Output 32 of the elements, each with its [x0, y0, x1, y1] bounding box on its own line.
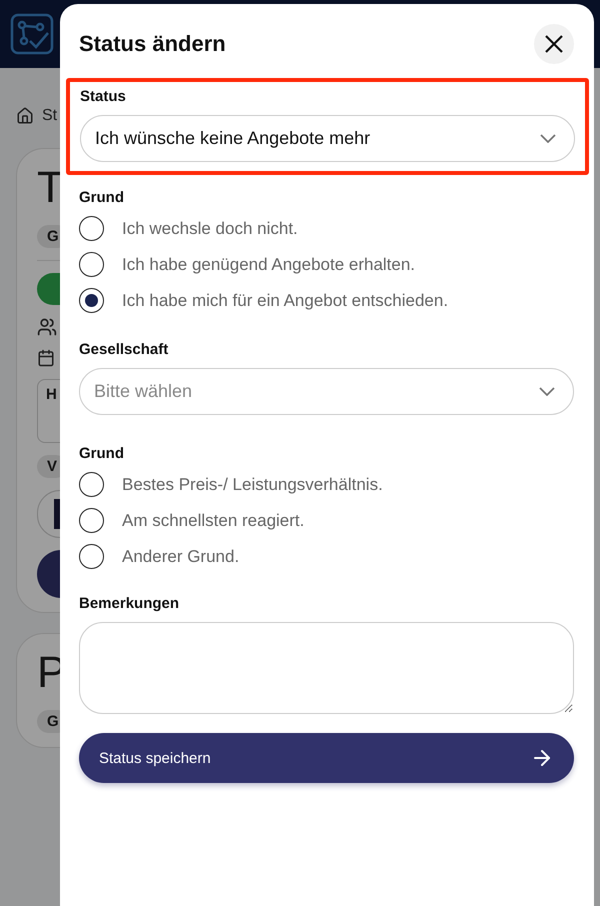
- logo-icon: [10, 13, 54, 55]
- field-label: Gesellschaft: [79, 341, 170, 358]
- company-select[interactable]: Bitte wählen: [79, 368, 574, 415]
- status-select[interactable]: Ich wünsche keine Angebote mehr: [80, 115, 575, 162]
- field-label: Grund: [79, 445, 125, 462]
- field-label: Bemerkungen: [79, 595, 180, 612]
- chevron-icon: [539, 387, 555, 396]
- save-button[interactable]: Status speichern: [79, 733, 574, 783]
- radio-label[interactable]: Bestes Preis-/ Leistungsverhältnis.: [122, 474, 383, 494]
- home-icon[interactable]: [16, 107, 34, 125]
- radio-label[interactable]: Am schnellsten reagiert.: [122, 510, 304, 530]
- calendar-icon: [37, 349, 55, 367]
- radio-button[interactable]: [79, 472, 104, 497]
- remarks-field[interactable]: [79, 622, 574, 714]
- field-label: Status: [80, 88, 127, 105]
- field-label: Grund: [79, 189, 125, 206]
- chevron-icon: [540, 134, 556, 143]
- radio-button[interactable]: [79, 544, 104, 569]
- radio-label[interactable]: Ich wechsle doch nicht.: [122, 218, 298, 238]
- radio-button[interactable]: [79, 216, 104, 241]
- radio-button[interactable]: [79, 508, 104, 533]
- people-icon: [37, 317, 57, 337]
- dialog-title: Status ändern: [79, 31, 226, 57]
- radio-button[interactable]: [79, 288, 104, 313]
- breadcrumb-link[interactable]: St: [42, 107, 58, 125]
- card-title: T: [37, 163, 64, 213]
- close-button[interactable]: [534, 24, 574, 64]
- radio-label[interactable]: Anderer Grund.: [122, 546, 240, 566]
- close-icon: [545, 35, 563, 53]
- radio-button[interactable]: [79, 252, 104, 277]
- radio-label[interactable]: Ich habe mich für ein Angebot entschieden.: [122, 290, 448, 310]
- radio-label[interactable]: Ich habe genügend Angebote erhalten.: [122, 254, 416, 274]
